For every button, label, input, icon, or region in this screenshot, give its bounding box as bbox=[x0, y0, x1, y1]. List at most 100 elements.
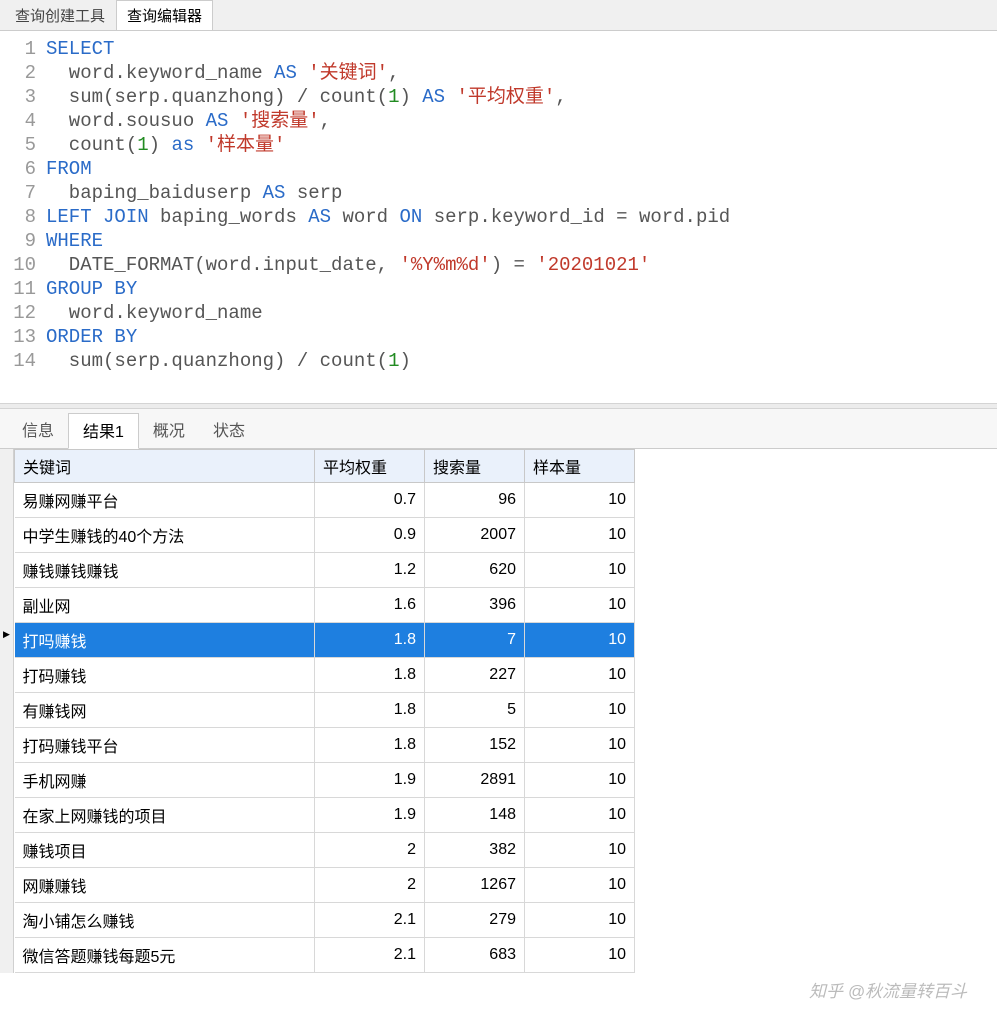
cell-weight[interactable]: 1.2 bbox=[315, 553, 425, 588]
cell-search[interactable]: 382 bbox=[425, 833, 525, 868]
cell-keyword[interactable]: 网赚赚钱 bbox=[15, 868, 315, 903]
cell-sample[interactable]: 10 bbox=[525, 553, 635, 588]
cell-weight[interactable]: 1.9 bbox=[315, 763, 425, 798]
table-row[interactable]: 赚钱赚钱赚钱1.262010 bbox=[15, 553, 635, 588]
table-row[interactable]: 在家上网赚钱的项目1.914810 bbox=[15, 798, 635, 833]
col-header-sample[interactable]: 样本量 bbox=[525, 450, 635, 483]
code-line[interactable]: count(1) as '样本量' bbox=[46, 133, 730, 157]
cell-keyword[interactable]: 打码赚钱 bbox=[15, 658, 315, 693]
code-line[interactable]: sum(serp.quanzhong) / count(1) bbox=[46, 349, 730, 373]
col-header-weight[interactable]: 平均权重 bbox=[315, 450, 425, 483]
code-line[interactable]: ORDER BY bbox=[46, 325, 730, 349]
cell-weight[interactable]: 1.9 bbox=[315, 798, 425, 833]
table-row[interactable]: 副业网1.639610 bbox=[15, 588, 635, 623]
code-line[interactable]: word.keyword_name AS '关键词', bbox=[46, 61, 730, 85]
code-line[interactable]: LEFT JOIN baping_words AS word ON serp.k… bbox=[46, 205, 730, 229]
cell-keyword[interactable]: 在家上网赚钱的项目 bbox=[15, 798, 315, 833]
code-line[interactable]: word.keyword_name bbox=[46, 301, 730, 325]
cell-search[interactable]: 5 bbox=[425, 693, 525, 728]
table-row[interactable]: 打吗赚钱1.8710 bbox=[15, 623, 635, 658]
cell-sample[interactable]: 10 bbox=[525, 588, 635, 623]
cell-keyword[interactable]: 赚钱赚钱赚钱 bbox=[15, 553, 315, 588]
cell-sample[interactable]: 10 bbox=[525, 518, 635, 553]
cell-keyword[interactable]: 手机网赚 bbox=[15, 763, 315, 798]
code-line[interactable]: baping_baiduserp AS serp bbox=[46, 181, 730, 205]
cell-keyword[interactable]: 赚钱项目 bbox=[15, 833, 315, 868]
cell-keyword[interactable]: 打吗赚钱 bbox=[15, 623, 315, 658]
table-row[interactable]: 网赚赚钱2126710 bbox=[15, 868, 635, 903]
cell-search[interactable]: 1267 bbox=[425, 868, 525, 903]
cell-weight[interactable]: 1.8 bbox=[315, 728, 425, 763]
tab-info[interactable]: 信息 bbox=[8, 413, 68, 448]
cell-weight[interactable]: 1.8 bbox=[315, 693, 425, 728]
cell-search[interactable]: 227 bbox=[425, 658, 525, 693]
cell-weight[interactable]: 2.1 bbox=[315, 938, 425, 973]
cell-search[interactable]: 2891 bbox=[425, 763, 525, 798]
col-header-search[interactable]: 搜索量 bbox=[425, 450, 525, 483]
row-marker bbox=[0, 827, 13, 862]
code-line[interactable]: sum(serp.quanzhong) / count(1) AS '平均权重'… bbox=[46, 85, 730, 109]
cell-sample[interactable]: 10 bbox=[525, 483, 635, 518]
row-marker bbox=[0, 897, 13, 932]
table-row[interactable]: 手机网赚1.9289110 bbox=[15, 763, 635, 798]
cell-weight[interactable]: 0.7 bbox=[315, 483, 425, 518]
sql-code-area[interactable]: SELECT word.keyword_name AS '关键词', sum(s… bbox=[46, 37, 730, 373]
cell-weight[interactable]: 1.8 bbox=[315, 623, 425, 658]
line-number: 6 bbox=[8, 157, 36, 181]
cell-search[interactable]: 7 bbox=[425, 623, 525, 658]
table-row[interactable]: 易赚网赚平台0.79610 bbox=[15, 483, 635, 518]
table-row[interactable]: 中学生赚钱的40个方法0.9200710 bbox=[15, 518, 635, 553]
cell-search[interactable]: 148 bbox=[425, 798, 525, 833]
cell-search[interactable]: 396 bbox=[425, 588, 525, 623]
code-line[interactable]: FROM bbox=[46, 157, 730, 181]
cell-keyword[interactable]: 中学生赚钱的40个方法 bbox=[15, 518, 315, 553]
results-table[interactable]: 关键词 平均权重 搜索量 样本量 易赚网赚平台0.79610中学生赚钱的40个方… bbox=[14, 449, 635, 973]
tab-query-builder[interactable]: 查询创建工具 bbox=[4, 0, 116, 30]
code-line[interactable]: DATE_FORMAT(word.input_date, '%Y%m%d') =… bbox=[46, 253, 730, 277]
cell-sample[interactable]: 10 bbox=[525, 903, 635, 938]
code-line[interactable]: word.sousuo AS '搜索量', bbox=[46, 109, 730, 133]
cell-keyword[interactable]: 副业网 bbox=[15, 588, 315, 623]
cell-weight[interactable]: 1.8 bbox=[315, 658, 425, 693]
cell-search[interactable]: 96 bbox=[425, 483, 525, 518]
code-line[interactable]: WHERE bbox=[46, 229, 730, 253]
cell-weight[interactable]: 0.9 bbox=[315, 518, 425, 553]
cell-sample[interactable]: 10 bbox=[525, 728, 635, 763]
code-line[interactable]: GROUP BY bbox=[46, 277, 730, 301]
cell-sample[interactable]: 10 bbox=[525, 868, 635, 903]
cell-sample[interactable]: 10 bbox=[525, 938, 635, 973]
cell-search[interactable]: 683 bbox=[425, 938, 525, 973]
cell-weight[interactable]: 2 bbox=[315, 833, 425, 868]
sql-editor[interactable]: 1234567891011121314 SELECT word.keyword_… bbox=[0, 31, 997, 403]
cell-sample[interactable]: 10 bbox=[525, 623, 635, 658]
cell-keyword[interactable]: 有赚钱网 bbox=[15, 693, 315, 728]
cell-keyword[interactable]: 淘小铺怎么赚钱 bbox=[15, 903, 315, 938]
tab-status[interactable]: 状态 bbox=[199, 413, 259, 448]
table-row[interactable]: 微信答题赚钱每题5元2.168310 bbox=[15, 938, 635, 973]
cell-keyword[interactable]: 易赚网赚平台 bbox=[15, 483, 315, 518]
cell-sample[interactable]: 10 bbox=[525, 833, 635, 868]
table-row[interactable]: 有赚钱网1.8510 bbox=[15, 693, 635, 728]
cell-search[interactable]: 152 bbox=[425, 728, 525, 763]
cell-search[interactable]: 620 bbox=[425, 553, 525, 588]
tab-profile[interactable]: 概况 bbox=[139, 413, 199, 448]
cell-search[interactable]: 2007 bbox=[425, 518, 525, 553]
tab-query-editor[interactable]: 查询编辑器 bbox=[116, 0, 213, 30]
table-row[interactable]: 淘小铺怎么赚钱2.127910 bbox=[15, 903, 635, 938]
tab-result1[interactable]: 结果1 bbox=[68, 413, 139, 449]
cell-keyword[interactable]: 打码赚钱平台 bbox=[15, 728, 315, 763]
cell-keyword[interactable]: 微信答题赚钱每题5元 bbox=[15, 938, 315, 973]
cell-weight[interactable]: 2 bbox=[315, 868, 425, 903]
col-header-keyword[interactable]: 关键词 bbox=[15, 450, 315, 483]
table-row[interactable]: 打码赚钱平台1.815210 bbox=[15, 728, 635, 763]
cell-weight[interactable]: 2.1 bbox=[315, 903, 425, 938]
cell-weight[interactable]: 1.6 bbox=[315, 588, 425, 623]
cell-sample[interactable]: 10 bbox=[525, 693, 635, 728]
cell-sample[interactable]: 10 bbox=[525, 658, 635, 693]
table-row[interactable]: 打码赚钱1.822710 bbox=[15, 658, 635, 693]
table-row[interactable]: 赚钱项目238210 bbox=[15, 833, 635, 868]
cell-sample[interactable]: 10 bbox=[525, 763, 635, 798]
cell-sample[interactable]: 10 bbox=[525, 798, 635, 833]
cell-search[interactable]: 279 bbox=[425, 903, 525, 938]
code-line[interactable]: SELECT bbox=[46, 37, 730, 61]
